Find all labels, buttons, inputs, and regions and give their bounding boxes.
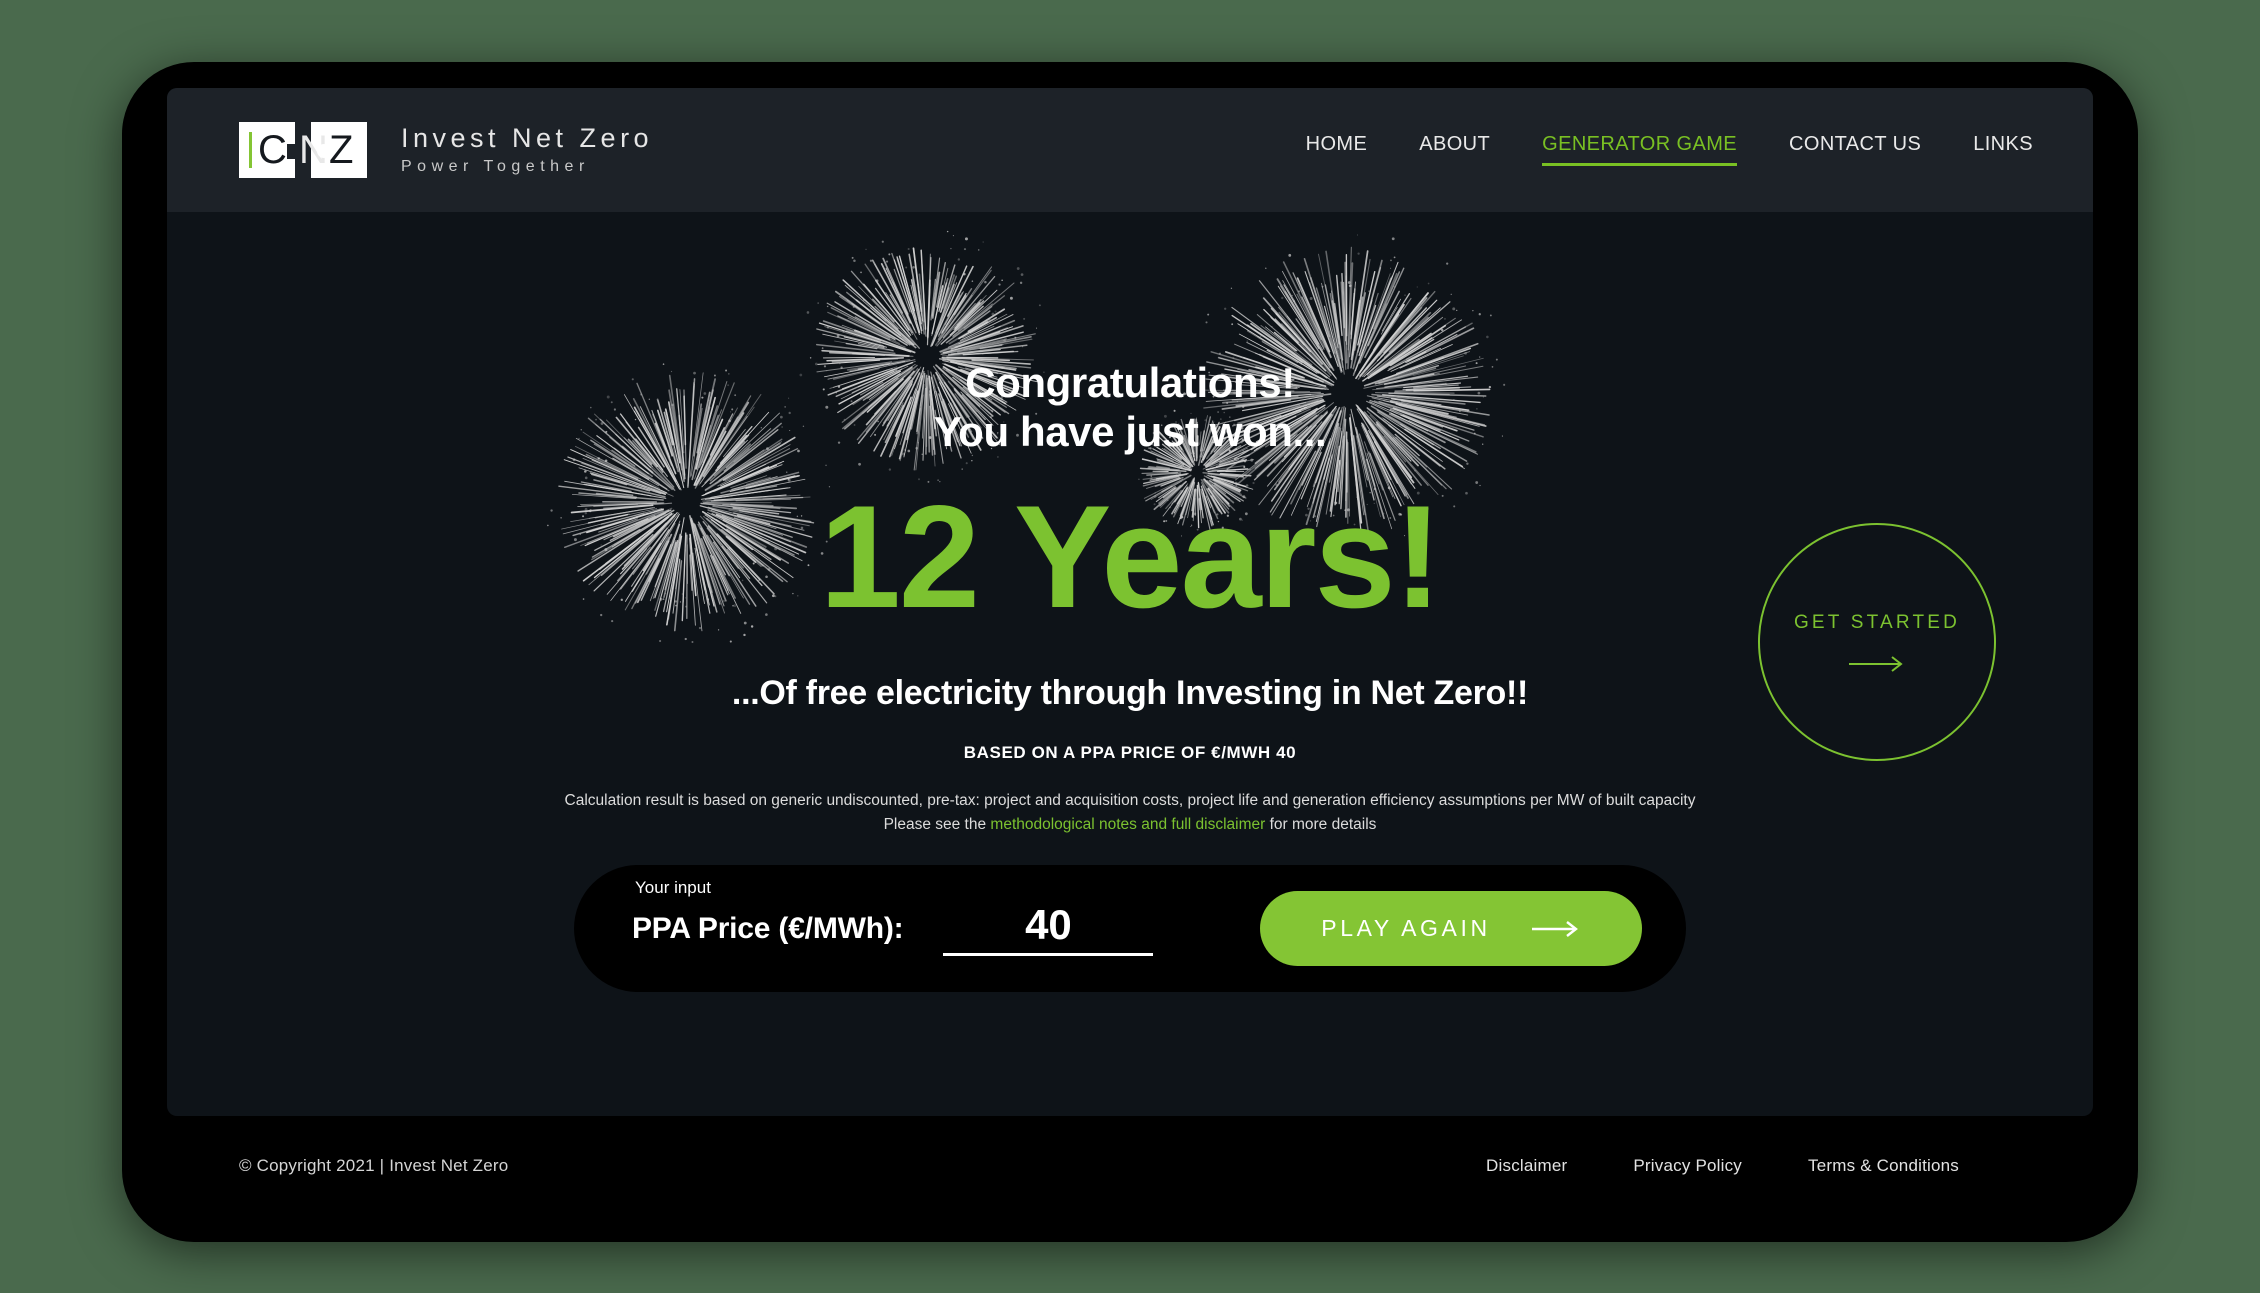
browser-viewport: C N Z Invest Net Zero Power Together HOM… [167, 88, 2093, 1116]
hero-content: Congratulations! You have just won... 12… [167, 212, 2093, 837]
arrow-right-icon [1849, 656, 1903, 672]
arrow-right-icon [1531, 920, 1578, 937]
play-again-button[interactable]: PLAY AGAIN [1260, 891, 1642, 966]
congrats-heading: Congratulations! You have just won... [167, 358, 2093, 456]
calculation-note: Calculation result is based on generic u… [167, 789, 2093, 837]
ppa-input-panel: Your input PPA Price (€/MWh): PLAY AGAIN [574, 865, 1686, 992]
calc-note-prefix: Please see the [883, 816, 991, 834]
calc-note-line-1: Calculation result is based on generic u… [564, 792, 1696, 810]
footer-link-terms-conditions[interactable]: Terms & Conditions [1808, 1156, 1959, 1176]
brand-title: Invest Net Zero [401, 123, 654, 154]
get-started-label: GET STARTED [1793, 612, 1961, 633]
logo-letter-c: C [258, 128, 287, 172]
nav-item-generator-game[interactable]: GENERATOR GAME [1542, 133, 1737, 168]
nav-item-about[interactable]: ABOUT [1419, 133, 1490, 168]
nav-item-contact-us[interactable]: CONTACT US [1789, 133, 1921, 168]
calc-note-suffix: for more details [1265, 816, 1377, 834]
copyright-text: © Copyright 2021 | Invest Net Zero [239, 1156, 509, 1175]
based-on-price-label: BASED ON A PPA PRICE OF €/MWH 40 [963, 743, 1297, 763]
your-input-label: Your input [635, 877, 711, 897]
footer-link-privacy-policy[interactable]: Privacy Policy [1633, 1156, 1742, 1176]
inz-logo-icon: C N Z [239, 122, 379, 178]
footer-link-disclaimer[interactable]: Disclaimer [1486, 1156, 1567, 1176]
footer-links: Disclaimer Privacy Policy Terms & Condit… [1486, 1156, 2021, 1176]
ppa-input-label-group: Your input PPA Price (€/MWh): [632, 878, 904, 946]
congrats-line-2: You have just won... [933, 408, 1327, 456]
nav-item-home[interactable]: HOME [1306, 133, 1368, 168]
ppa-price-input[interactable] [943, 901, 1154, 956]
calc-note-line-2: Please see the methodological notes and … [167, 813, 2093, 837]
brand-tagline: Power Together [401, 158, 590, 176]
methodological-notes-link[interactable]: methodological notes and full disclaimer [990, 816, 1265, 833]
nav-item-links[interactable]: LINKS [1973, 133, 2033, 168]
get-started-button[interactable]: GET STARTED [1758, 523, 1996, 761]
site-header: C N Z Invest Net Zero Power Together HOM… [167, 88, 2093, 212]
play-again-label: PLAY AGAIN [1321, 915, 1491, 941]
brand-logo[interactable]: C N Z Invest Net Zero Power Together [239, 122, 653, 178]
ppa-price-label: PPA Price (€/MWh): [632, 911, 904, 945]
congrats-line-1: Congratulations! [965, 359, 1295, 406]
ppa-input-wrapper [943, 901, 1154, 956]
site-footer: © Copyright 2021 | Invest Net Zero Discl… [167, 1116, 2093, 1216]
tablet-device-frame: C N Z Invest Net Zero Power Together HOM… [122, 62, 2138, 1242]
hero-section: Congratulations! You have just won... 12… [167, 212, 2093, 1002]
main-navigation: HOME ABOUT GENERATOR GAME CONTACT US LIN… [1306, 133, 2051, 168]
logo-letter-z: Z [329, 128, 354, 172]
